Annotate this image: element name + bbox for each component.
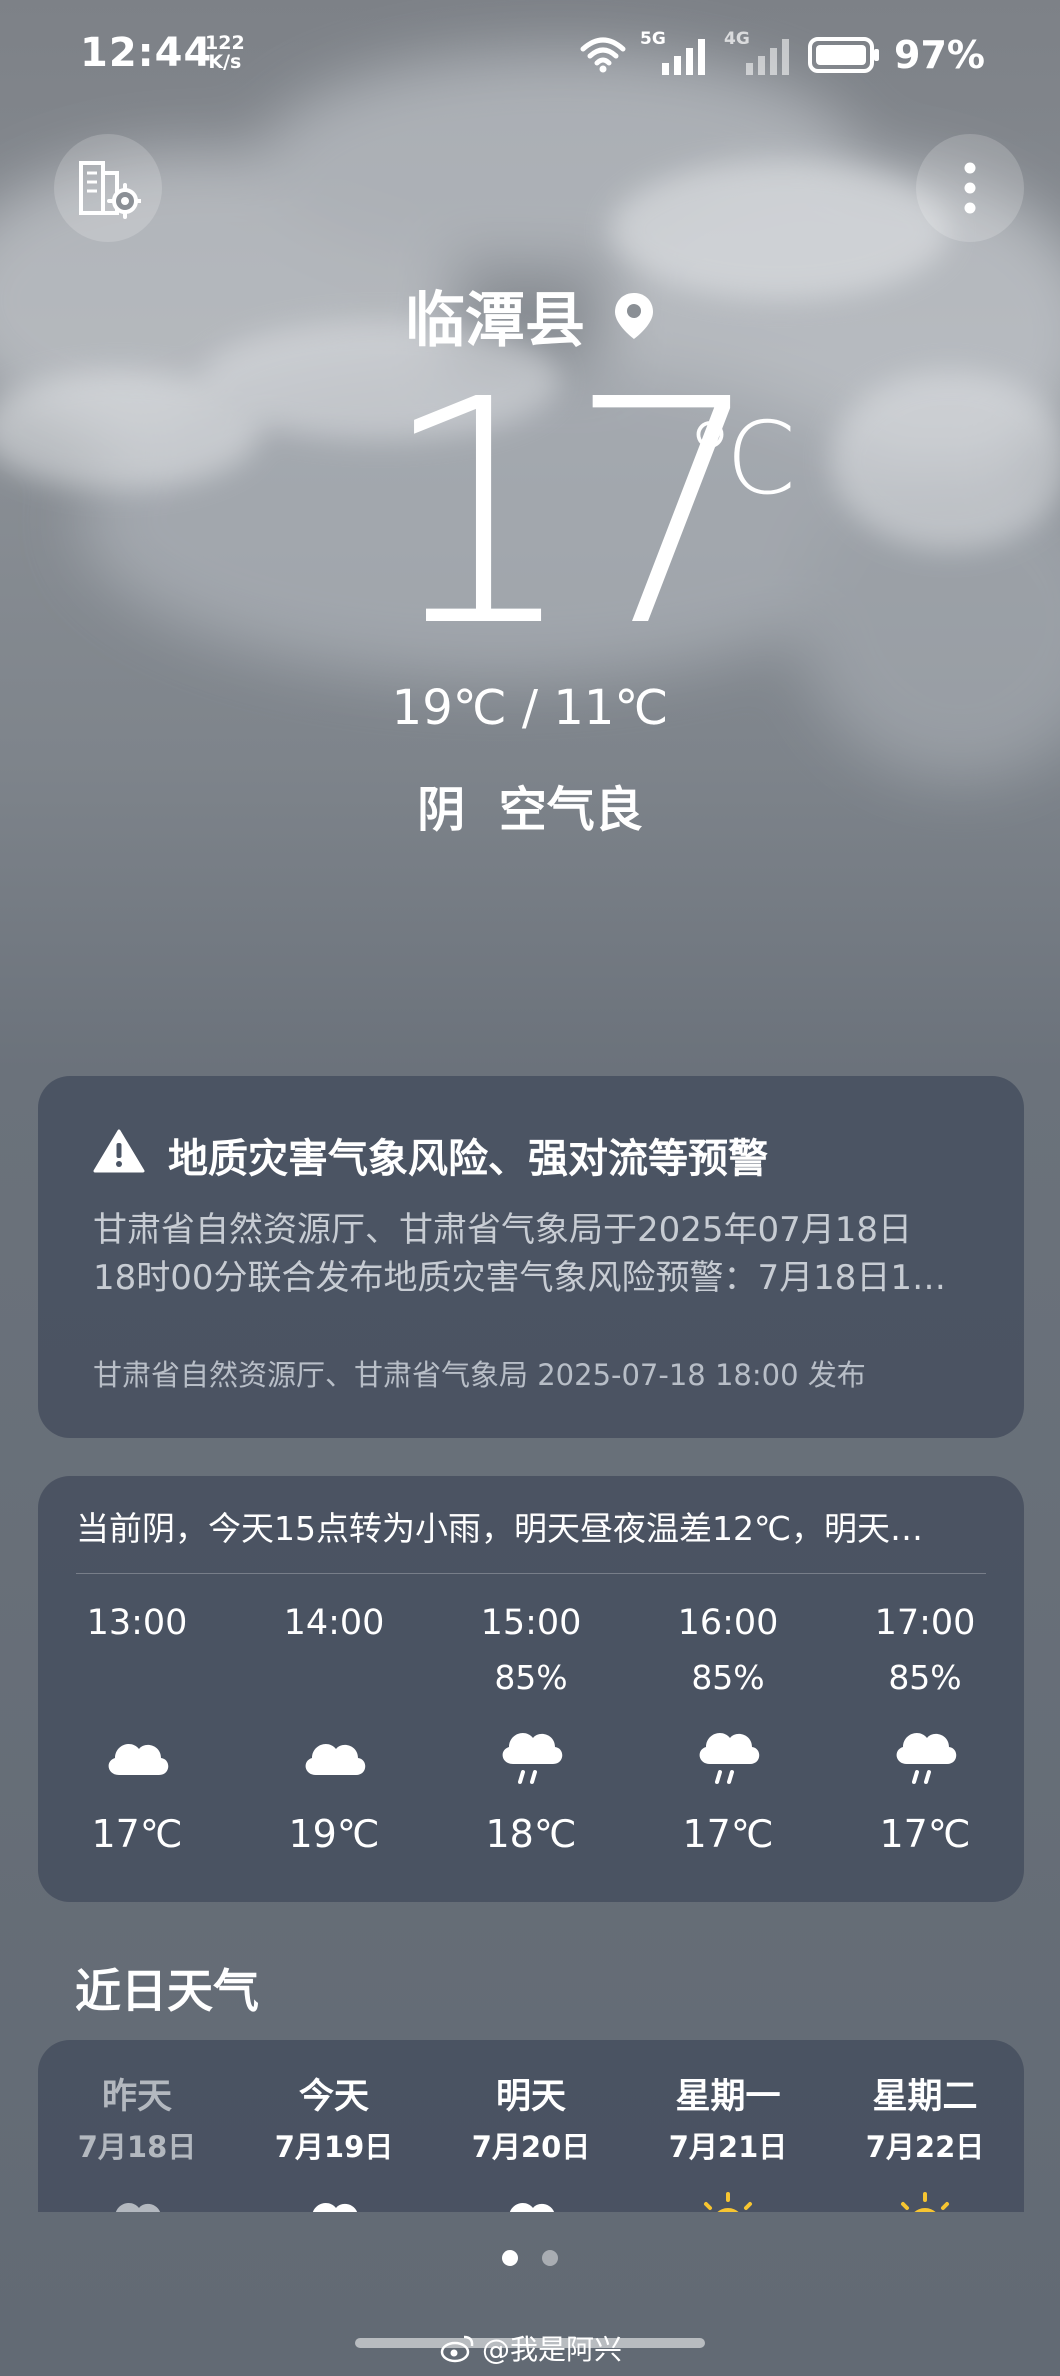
page-indicator[interactable]	[0, 2250, 1060, 2266]
temperature-unit: ℃	[685, 400, 798, 517]
warning-icon	[93, 1129, 145, 1173]
page-dot-active[interactable]	[502, 2250, 518, 2266]
alert-title: 地质灾害气象风险、强对流等预警	[168, 1136, 768, 1182]
status-time: 12:44	[80, 30, 213, 76]
daily-forecast-card[interactable]: 昨天 7月18日 今天 7月19日 明天 7月20日 星期一 7月21日 星期二…	[38, 2040, 1024, 2212]
alert-body: 甘肃省自然资源厅、甘肃省气象局于2025年07月18日 18时00分联合发布地质…	[93, 1210, 947, 1298]
hour-item: 14:00 19℃	[283, 1603, 385, 1856]
hour-item: 13:00 17℃	[86, 1603, 188, 1856]
high-low-temperature: 19℃ / 11℃	[391, 680, 669, 736]
signal-5g-icon: 5G	[640, 29, 710, 77]
signal-4g-icon: 4G	[724, 29, 794, 77]
city-management-button[interactable]	[54, 134, 162, 242]
battery-percent: 97%	[894, 33, 985, 77]
wifi-icon	[580, 37, 626, 73]
page-dot[interactable]	[542, 2250, 558, 2266]
city-management-icon	[79, 161, 141, 219]
day-item[interactable]: 星期一 7月21日	[648, 2070, 808, 2212]
status-bar: 12:44 122 K/s 5G 4G 97%	[0, 0, 1060, 110]
location-pin-icon	[615, 292, 653, 339]
more-vertical-icon	[964, 162, 976, 214]
hour-item: 15:00 85% 18℃	[480, 1603, 582, 1856]
hourly-forecast-card[interactable]: 当前阴，今天15点转为小雨，明天昼夜温差12℃，明天… 13:00 17℃ 14…	[38, 1476, 1024, 1902]
alert-source: 甘肃省自然资源厅、甘肃省气象局 2025-07-18 18:00 发布	[93, 1358, 866, 1392]
forecast-summary: 当前阴，今天15点转为小雨，明天昼夜温差12℃，明天…	[76, 1509, 924, 1548]
battery-icon	[808, 37, 880, 73]
day-item[interactable]: 明天 7月20日	[451, 2070, 611, 2212]
watermark: @我是阿兴	[440, 2328, 622, 2368]
condition-air-quality[interactable]: 阴 空气良	[0, 770, 1060, 840]
cloudy-icon	[108, 1743, 169, 1775]
network-speed: 122 K/s	[205, 32, 245, 73]
cloudy-icon	[509, 2203, 555, 2212]
weibo-logo-icon	[440, 2335, 474, 2363]
light-rain-icon	[699, 1732, 760, 1784]
more-options-button[interactable]	[916, 134, 1024, 242]
day-item[interactable]: 昨天 7月18日	[57, 2070, 217, 2212]
cloudy-icon	[115, 2203, 161, 2212]
day-item[interactable]: 今天 7月19日	[254, 2070, 414, 2212]
cloudy-icon	[305, 1743, 366, 1775]
divider	[76, 1573, 986, 1574]
sunny-icon	[901, 2192, 949, 2212]
light-rain-icon	[896, 1732, 957, 1784]
day-item[interactable]: 星期二 7月22日	[845, 2070, 1005, 2212]
hour-item: 16:00 85% 17℃	[677, 1603, 779, 1856]
hour-item: 17:00 85% 17℃	[874, 1603, 976, 1856]
daily-section-title: 近日天气	[75, 1964, 259, 2018]
light-rain-icon	[502, 1732, 563, 1784]
sunny-icon	[704, 2192, 752, 2212]
cloudy-icon	[312, 2203, 358, 2212]
weather-alert-card[interactable]: 地质灾害气象风险、强对流等预警 甘肃省自然资源厅、甘肃省气象局于2025年07月…	[38, 1076, 1024, 1438]
